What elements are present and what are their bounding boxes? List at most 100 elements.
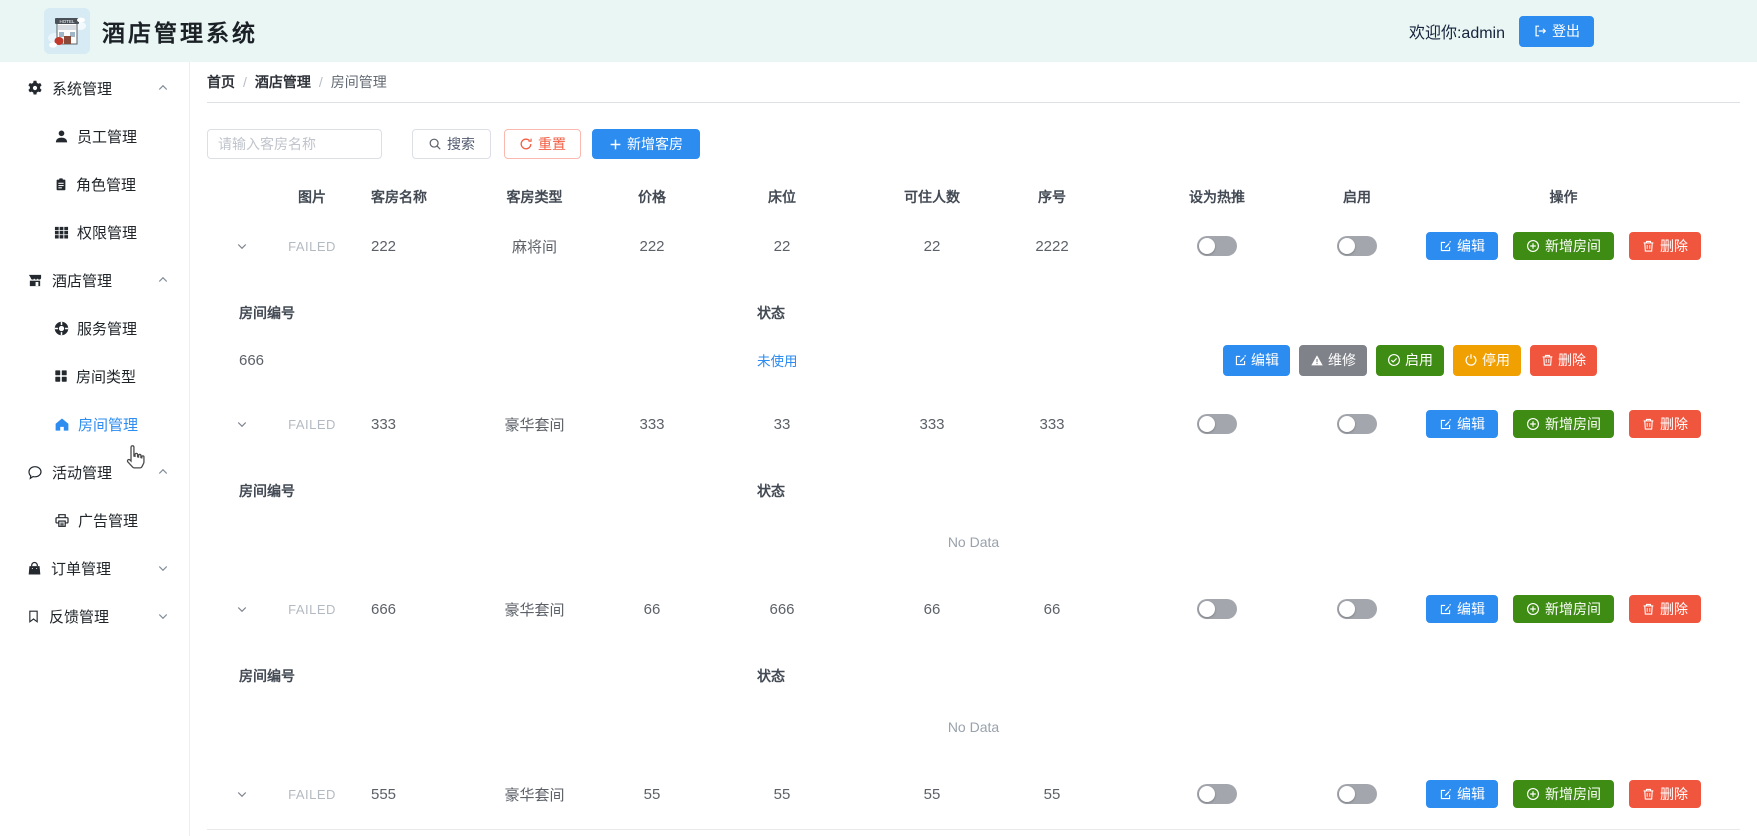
toolbar: 搜索 重置 新增客房 [207, 129, 1740, 159]
sidebar-item-label: 房间类型 [76, 368, 137, 386]
sub-disable-button[interactable]: 停用 [1453, 344, 1521, 376]
sub-edit-button[interactable]: 编辑 [1223, 344, 1290, 376]
breadcrumb-room-management: 房间管理 [330, 74, 387, 90]
add-room-label: 新增客房 [627, 136, 683, 152]
room-name-search-input[interactable] [207, 129, 382, 159]
ad-board-icon [54, 513, 70, 528]
expand-row-button[interactable] [236, 418, 248, 430]
expand-row-button[interactable] [236, 788, 248, 800]
hot-recommend-toggle[interactable] [1197, 414, 1237, 434]
search-button[interactable]: 搜索 [412, 129, 491, 159]
sidebar-item-label: 权限管理 [77, 224, 138, 242]
role-badge-icon [54, 177, 68, 192]
room-beds-cell: 55 [773, 785, 791, 803]
edit-room-button[interactable]: 编辑 [1426, 780, 1498, 808]
top-header: HOTEL 酒店管理系统 欢迎你:admin 登出 [0, 0, 1757, 62]
house-icon [54, 417, 70, 432]
sub-repair-button[interactable]: 维修 [1299, 344, 1367, 376]
room-price-cell: 222 [639, 237, 665, 255]
sub-enable-button[interactable]: 启用 [1376, 344, 1444, 376]
sidebar-item-activity[interactable]: 活动管理 [0, 448, 189, 496]
room-name-cell: 222 [371, 237, 397, 255]
delete-room-button[interactable]: 删除 [1629, 410, 1701, 438]
sidebar-item-room[interactable]: 房间管理 [0, 400, 189, 448]
lifebuoy-icon [54, 321, 69, 336]
sidebar-item-label: 角色管理 [76, 176, 137, 194]
reset-label: 重置 [538, 136, 566, 152]
sidebar-item-role[interactable]: 角色管理 [0, 160, 189, 208]
sidebar-item-label: 订单管理 [51, 560, 112, 578]
expand-row-button[interactable] [236, 240, 248, 252]
reset-button[interactable]: 重置 [504, 129, 581, 159]
enabled-toggle[interactable] [1337, 784, 1377, 804]
hot-recommend-toggle[interactable] [1197, 784, 1237, 804]
logout-button[interactable]: 登出 [1519, 15, 1594, 47]
sidebar-item-staff[interactable]: 员工管理 [0, 112, 189, 160]
app-window: HOTEL 酒店管理系统 欢迎你:admin 登出 系统管理 员工管理 角色管理… [0, 0, 1757, 836]
sub-column-status: 状态 [757, 668, 785, 684]
plus-circle-icon [1526, 602, 1540, 616]
sidebar-item-room-type[interactable]: 房间类型 [0, 352, 189, 400]
room-seq-cell: 66 [1043, 600, 1061, 618]
room-image-failed: FAILED [288, 786, 336, 802]
hot-recommend-toggle[interactable] [1197, 236, 1237, 256]
sidebar-item-feedback[interactable]: 反馈管理 [0, 592, 189, 640]
add-sub-room-button[interactable]: 新增房间 [1513, 410, 1614, 438]
refresh-icon [519, 137, 533, 151]
breadcrumb-hotel-management[interactable]: 酒店管理 [255, 72, 311, 92]
sidebar-item-ad[interactable]: 广告管理 [0, 496, 189, 544]
hot-recommend-toggle[interactable] [1197, 599, 1237, 619]
delete-room-button[interactable]: 删除 [1629, 232, 1701, 260]
grid-icon [54, 225, 69, 240]
edit-room-button[interactable]: 编辑 [1426, 595, 1498, 623]
edit-icon [1439, 788, 1452, 801]
room-seq-cell: 55 [1043, 785, 1061, 803]
search-label: 搜索 [447, 136, 475, 152]
table-row: FAILED 333 豪华套间 333 33 333 333 编辑 新增房间 删… [207, 389, 1740, 459]
sidebar-item-system[interactable]: 系统管理 [0, 64, 189, 112]
sidebar-item-service[interactable]: 服务管理 [0, 304, 189, 352]
svg-text:HOTEL: HOTEL [59, 19, 75, 24]
enabled-toggle[interactable] [1337, 599, 1377, 619]
delete-room-button[interactable]: 删除 [1629, 780, 1701, 808]
expand-row-button[interactable] [236, 603, 248, 615]
column-header-actions: 操作 [1549, 189, 1578, 205]
add-sub-room-button[interactable]: 新增房间 [1513, 595, 1614, 623]
sub-table-header: 房间编号 状态 [207, 459, 1740, 509]
chevron-up-icon [157, 274, 169, 286]
sub-delete-button[interactable]: 删除 [1530, 344, 1597, 376]
check-circle-icon [1387, 353, 1401, 367]
add-room-button[interactable]: 新增客房 [592, 129, 700, 159]
squares-icon [54, 369, 68, 383]
sub-column-room-number: 房间编号 [239, 668, 295, 684]
sidebar-item-permission[interactable]: 权限管理 [0, 208, 189, 256]
power-icon [1464, 353, 1478, 367]
add-sub-room-button[interactable]: 新增房间 [1513, 780, 1614, 808]
room-beds-cell: 33 [773, 415, 791, 433]
sub-column-status: 状态 [757, 305, 785, 321]
add-sub-room-button[interactable]: 新增房间 [1513, 232, 1614, 260]
chevron-up-icon [157, 82, 169, 94]
breadcrumb-home[interactable]: 首页 [207, 72, 235, 92]
logout-icon [1533, 24, 1547, 38]
table-row: FAILED 555 豪华套间 55 55 55 55 编辑 新增房间 删除 [207, 759, 1740, 829]
edit-room-button[interactable]: 编辑 [1426, 410, 1498, 438]
room-seq-cell: 333 [1039, 415, 1065, 433]
sub-room-number-cell: 666 [239, 351, 265, 369]
column-header-hot: 设为热推 [1189, 189, 1245, 205]
trash-icon [1642, 787, 1655, 801]
breadcrumb-separator: / [243, 74, 247, 90]
sub-column-room-number: 房间编号 [239, 483, 295, 499]
enabled-toggle[interactable] [1337, 236, 1377, 256]
table-header-row: 图片 客房名称 客房类型 价格 床位 可住人数 序号 设为热推 启用 操作 [207, 183, 1740, 211]
table-row: FAILED 666 豪华套间 66 666 66 66 编辑 新增房间 删除 [207, 574, 1740, 644]
delete-room-button[interactable]: 删除 [1629, 595, 1701, 623]
sidebar-item-order[interactable]: 订单管理 [0, 544, 189, 592]
room-type-cell: 豪华套间 [504, 786, 565, 804]
plus-circle-icon [1526, 239, 1540, 253]
room-price-cell: 333 [639, 415, 665, 433]
sidebar-item-hotel[interactable]: 酒店管理 [0, 256, 189, 304]
edit-room-button[interactable]: 编辑 [1426, 232, 1498, 260]
room-seq-cell: 2222 [1035, 237, 1069, 255]
enabled-toggle[interactable] [1337, 414, 1377, 434]
